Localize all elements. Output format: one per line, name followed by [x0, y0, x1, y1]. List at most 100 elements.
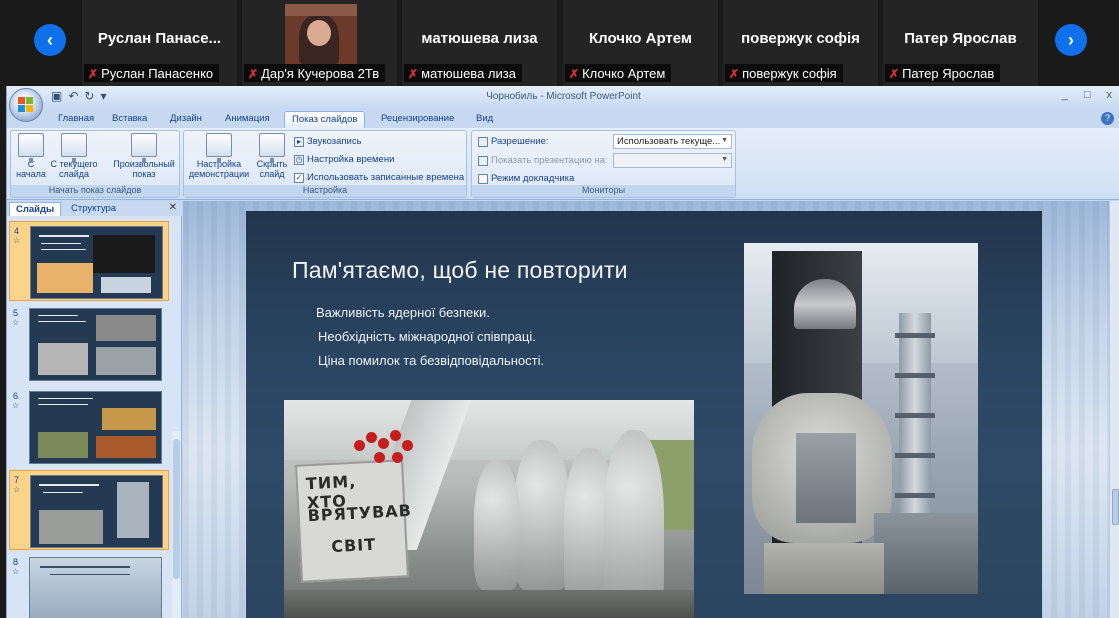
slide-preview [30, 226, 163, 299]
scrollbar-thumb[interactable] [1112, 489, 1119, 525]
group-start-slide-show: С начала С текущего слайда Произвольный … [10, 130, 180, 198]
participant-label: ✗ матюшева лиза [404, 64, 522, 82]
chevron-down-icon: ▼ [721, 137, 728, 144]
editor-scrollbar[interactable] [1109, 201, 1119, 618]
mic-muted-icon: ✗ [408, 66, 419, 81]
group-monitors: Разрешение: Использовать текуще... ▼ Пока… [471, 130, 736, 198]
slide-number: 7 [14, 475, 20, 485]
slide-number: 8 [13, 557, 19, 567]
previous-page-button[interactable]: ‹ [34, 24, 66, 56]
ribbon-tabs: Главная Вставка Дизайн Анимация Показ сл… [7, 109, 1119, 128]
hide-slide-button[interactable]: Скрыть слайд [254, 133, 290, 179]
play-screen-icon [18, 133, 44, 163]
slide-bullet[interactable]: Важливість ядерної безпеки. [316, 305, 490, 320]
setup-show-button[interactable]: Настройка демонстрации [188, 133, 250, 179]
record-narration-button[interactable]: ▸ Звукозапись [294, 136, 362, 147]
plaque-line: СВІТ [330, 534, 377, 557]
from-current-button[interactable]: С текущего слайда [49, 133, 99, 179]
slide-thumbnail[interactable]: 8 ☆ [9, 553, 169, 618]
close-button[interactable]: x [1107, 89, 1113, 101]
window-title: Чорнобиль - Microsoft PowerPoint [486, 91, 641, 102]
animation-star-icon: ☆ [12, 401, 20, 410]
current-slide[interactable]: Пам'ятаємо, щоб не повторити Важливість … [246, 211, 1042, 618]
tab-slide-show[interactable]: Показ слайдов [284, 111, 366, 128]
tab-slides[interactable]: Слайды [9, 202, 62, 216]
participant-tile[interactable]: Руслан Панасе... ✗ Руслан Панасенко [82, 0, 237, 86]
participant-tile[interactable]: Патер Ярослав ✗ Патер Ярослав [883, 0, 1038, 86]
save-icon[interactable]: ▣ [51, 89, 62, 103]
participant-label-text: Руслан Панасенко [101, 66, 214, 81]
presenter-view-checkbox[interactable]: Режим докладчика [478, 173, 574, 184]
monument-photo[interactable] [744, 243, 978, 594]
mic-muted-icon: ✗ [569, 66, 580, 81]
close-icon[interactable]: ✕ [169, 202, 177, 213]
slide-preview [29, 391, 162, 464]
resolution-dropdown[interactable]: Использовать текуще... ▼ [613, 134, 732, 149]
next-page-button[interactable]: › [1055, 24, 1087, 56]
slide-editor: Пам'ятаємо, щоб не повторити Важливість … [183, 201, 1119, 618]
powerpoint-window: Чорнобиль - Microsoft PowerPoint ▣ ↶ ↻ ▾… [6, 86, 1119, 618]
help-icon[interactable]: ? [1101, 112, 1114, 125]
resolution-label: Разрешение: [478, 136, 549, 147]
microphone-icon: ▸ [294, 136, 304, 147]
tab-home[interactable]: Главная [51, 111, 101, 128]
animation-star-icon: ☆ [13, 236, 21, 245]
participant-label-text: повержук софія [742, 66, 837, 81]
maximize-button[interactable]: □ [1084, 89, 1091, 101]
setup-show-icon [206, 133, 232, 163]
tab-animation[interactable]: Анимация [218, 111, 277, 128]
group-label: Настройка [184, 185, 466, 197]
redo-icon[interactable]: ↻ [84, 89, 94, 103]
slide-thumbnail-selected[interactable]: 7 ☆ [9, 470, 169, 550]
resolution-value: Использовать текуще... [617, 136, 721, 147]
tab-outline[interactable]: Структура [65, 202, 122, 216]
plaque: ТИМ, ХТО ВРЯТУВАВ СВІТ [294, 459, 412, 583]
rehearse-timings-button[interactable]: ◷ Настройка времени [294, 154, 394, 165]
show-on-dropdown[interactable]: ▼ [613, 153, 732, 168]
memorial-photo[interactable]: ТИМ, ХТО ВРЯТУВАВ СВІТ [284, 400, 694, 618]
animation-star-icon: ☆ [12, 567, 20, 576]
quick-access-toolbar: ▣ ↶ ↻ ▾ [51, 89, 107, 103]
slides-panel-scrollbar[interactable] [172, 431, 181, 618]
participant-tile[interactable]: матюшева лиза ✗ матюшева лиза [402, 0, 557, 86]
participant-tile[interactable]: Клочко Артем ✗ Клочко Артем [563, 0, 718, 86]
tab-design[interactable]: Дизайн [163, 111, 209, 128]
scrollbar-thumb[interactable] [173, 439, 180, 579]
use-timings-checkbox[interactable]: ✓ Использовать записанные времена [294, 172, 464, 183]
record-narration-label: Звукозапись [307, 136, 362, 147]
from-beginning-button[interactable]: С начала [14, 133, 48, 179]
slide-bullet[interactable]: Ціна помилок та безвідповідальності. [318, 353, 544, 368]
tab-insert[interactable]: Вставка [105, 111, 154, 128]
customize-qat-icon[interactable]: ▾ [100, 89, 106, 103]
tab-review[interactable]: Рецензирование [374, 111, 461, 128]
slide-number: 4 [14, 226, 20, 236]
group-label: Мониторы [472, 185, 735, 197]
resolution-label-text: Разрешение: [491, 136, 549, 147]
show-on-label: Показать презентацию на: [478, 155, 608, 166]
custom-show-button[interactable]: Произвольный показ [109, 133, 179, 179]
group-setup: Настройка демонстрации Скрыть слайд ▸ Зву… [183, 130, 467, 198]
slide-title[interactable]: Пам'ятаємо, щоб не повторити [292, 257, 628, 284]
participant-tile[interactable]: повержук софія ✗ повержук софія [723, 0, 878, 86]
slide-bullet[interactable]: Необхідність міжнародної співпраці. [318, 329, 536, 344]
slide-thumbnail[interactable]: 6 ☆ [9, 387, 169, 467]
tab-view[interactable]: Вид [469, 111, 500, 128]
slide-thumbnail[interactable]: 5 ☆ [9, 304, 169, 384]
slide-thumbnail[interactable]: 4 ☆ [9, 221, 169, 301]
clock-icon: ◷ [294, 154, 304, 165]
rehearse-timings-label: Настройка времени [307, 154, 395, 165]
checkbox-unchecked-icon [478, 173, 488, 184]
slide-number: 6 [13, 391, 19, 401]
participant-label: ✗ повержук софія [725, 64, 843, 82]
animation-star-icon: ☆ [13, 485, 21, 494]
office-button[interactable] [9, 88, 43, 122]
minimize-button[interactable]: _ [1062, 89, 1068, 101]
undo-icon[interactable]: ↶ [68, 89, 78, 103]
window-controls: _ □ x [1062, 89, 1112, 101]
participant-label-text: матюшева лиза [421, 66, 516, 81]
participant-tile-video[interactable]: ✗ Дар'я Кучерова 2Тв [242, 0, 397, 86]
slide-preview [29, 308, 162, 381]
participants-strip: ‹ Руслан Панасе... ✗ Руслан Панасенко ✗ Да… [0, 0, 1119, 86]
screen: ‹ Руслан Панасе... ✗ Руслан Панасенко ✗ Да… [0, 0, 1119, 618]
slide-preview [29, 557, 162, 618]
